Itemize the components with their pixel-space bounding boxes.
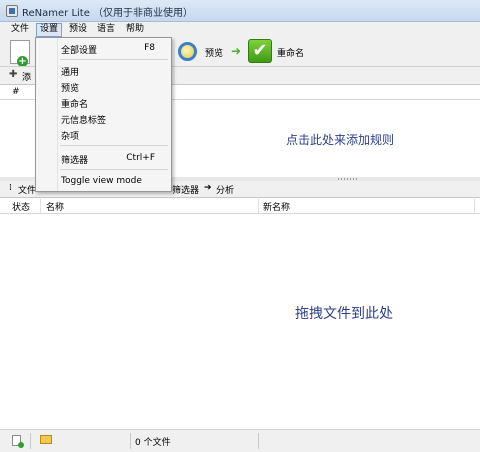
arrow-right-icon: ➜ xyxy=(231,44,242,58)
files-panel[interactable]: 状态 名称 新名称 拖拽文件到此处 xyxy=(0,197,480,429)
column-divider[interactable] xyxy=(474,199,475,213)
settings-dropdown-menu: 全部设置 F8 通用 预览 重命名 元信息标签 杂项 筛选器 Ctrl+F To… xyxy=(35,37,172,192)
column-divider[interactable] xyxy=(258,199,259,213)
menu-item-rename[interactable]: 重命名 xyxy=(36,95,171,110)
splitter-grip-icon[interactable] xyxy=(338,178,358,180)
column-divider[interactable] xyxy=(40,199,41,213)
status-divider xyxy=(130,433,131,449)
column-name[interactable]: 名称 xyxy=(46,200,64,213)
menu-item-label: 预览 xyxy=(61,84,80,94)
menu-item-shortcut: F8 xyxy=(144,43,155,53)
analyze-menu-label[interactable]: 分析 xyxy=(216,183,234,196)
status-bar: 0 个文件 xyxy=(0,429,480,452)
add-rule-plus-icon[interactable]: ✚ xyxy=(9,69,17,80)
files-drop-hint[interactable]: 拖拽文件到此处 xyxy=(295,303,393,323)
files-menu-icon[interactable]: ⁞ xyxy=(9,183,12,193)
menu-item-misc[interactable]: 杂项 xyxy=(36,127,171,142)
files-header: 状态 名称 新名称 xyxy=(0,198,480,214)
filters-menu-label[interactable]: 筛选器 xyxy=(172,183,199,196)
menu-item-meta-tags[interactable]: 元信息标签 xyxy=(36,111,171,126)
folder-icon[interactable] xyxy=(40,435,52,444)
status-divider xyxy=(258,433,259,449)
menu-bar: 文件 设置 预设 语言 帮助 xyxy=(0,22,480,38)
menu-item-label: 元信息标签 xyxy=(61,116,107,126)
menu-file[interactable]: 文件 xyxy=(8,23,32,37)
add-files-icon[interactable] xyxy=(10,40,30,67)
rules-hash-column[interactable]: # xyxy=(12,87,20,97)
add-file-status-icon[interactable] xyxy=(12,435,24,448)
menu-settings[interactable]: 设置 xyxy=(36,23,63,37)
preview-button-label[interactable]: 预览 xyxy=(205,46,223,59)
menu-item-filters[interactable]: 筛选器 Ctrl+F xyxy=(36,151,171,166)
menu-item-label: 杂项 xyxy=(61,132,80,142)
menu-item-toggle-view-mode[interactable]: Toggle view mode xyxy=(36,174,171,188)
files-menu-label[interactable]: 文件 xyxy=(18,183,36,196)
rules-empty-hint[interactable]: 点击此处来添加规则 xyxy=(286,131,394,148)
add-rule-button-label[interactable]: 添 xyxy=(22,70,31,83)
window-title: ReNamer Lite （仅用于非商业使用） xyxy=(22,8,194,19)
menu-item-label: 重命名 xyxy=(61,100,89,110)
menu-item-label: 通用 xyxy=(61,68,80,78)
menu-item-shortcut: Ctrl+F xyxy=(126,153,155,163)
menu-help[interactable]: 帮助 xyxy=(123,23,147,37)
menu-item-general[interactable]: 通用 xyxy=(36,63,171,78)
menu-item-label: 筛选器 xyxy=(61,156,89,166)
file-count: 0 个文件 xyxy=(135,438,171,448)
column-status[interactable]: 状态 xyxy=(12,200,30,213)
menu-item-preview[interactable]: 预览 xyxy=(36,79,171,94)
column-new-name[interactable]: 新名称 xyxy=(263,200,290,213)
menu-item-label: 全部设置 xyxy=(61,46,98,56)
menu-presets[interactable]: 预设 xyxy=(66,23,90,37)
status-divider xyxy=(30,433,31,449)
title-bar: ReNamer Lite （仅用于非商业使用） xyxy=(0,0,480,22)
menu-separator xyxy=(60,59,168,60)
app-icon xyxy=(6,5,18,17)
analyze-arrow-icon: ➔ xyxy=(204,183,212,193)
rename-check-icon[interactable]: ✔ xyxy=(248,39,272,63)
menu-separator xyxy=(60,169,168,170)
menu-separator xyxy=(60,145,168,146)
menu-item-label: Toggle view mode xyxy=(61,176,142,186)
rename-button-label[interactable]: 重命名 xyxy=(277,46,304,59)
menu-language[interactable]: 语言 xyxy=(94,23,118,37)
menu-item-all-settings[interactable]: 全部设置 F8 xyxy=(36,41,171,56)
preview-icon[interactable] xyxy=(178,42,197,61)
